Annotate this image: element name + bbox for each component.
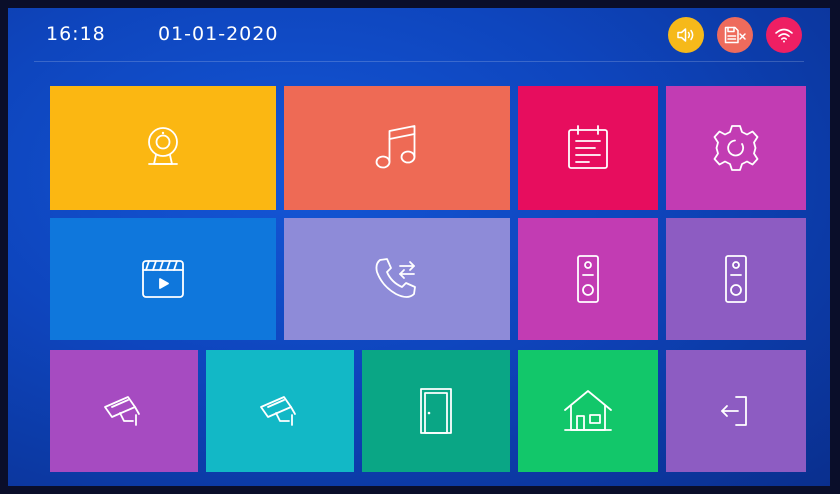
sd-card-error-icon[interactable] <box>717 17 753 53</box>
logout-icon <box>721 396 747 426</box>
home-mode-tile[interactable] <box>518 350 658 472</box>
phone-call-transfer-icon <box>375 258 416 298</box>
current-date: 01-01-2020 <box>158 23 279 45</box>
monitor-tile[interactable] <box>50 86 276 210</box>
notepad-icon <box>568 125 608 169</box>
intercom-home-screen: 16:18 01-01-2020 <box>8 8 830 486</box>
door-station-1-tile[interactable] <box>518 218 658 340</box>
camera-1-tile[interactable] <box>50 350 198 472</box>
video-playback-tile[interactable] <box>50 218 276 340</box>
status-bar-divider <box>34 61 804 62</box>
settings-tile[interactable] <box>666 86 806 210</box>
unlock-door-tile[interactable] <box>362 350 510 472</box>
door-icon <box>420 388 452 434</box>
door-station-2-tile[interactable] <box>666 218 806 340</box>
gear-icon <box>713 125 759 171</box>
exit-tile[interactable] <box>666 350 806 472</box>
cctv-camera-icon <box>104 396 140 426</box>
camera-2-tile[interactable] <box>206 350 354 472</box>
speaker-volume-icon[interactable] <box>668 17 704 53</box>
webcam-icon <box>148 127 178 165</box>
doorbell-icon <box>577 255 599 303</box>
status-bar: 16:18 01-01-2020 <box>8 8 830 62</box>
cctv-camera-icon <box>260 396 296 426</box>
doorbell-icon <box>725 255 747 303</box>
video-clapper-icon <box>142 260 184 298</box>
clock-time: 16:18 <box>46 23 106 45</box>
call-log-tile[interactable] <box>284 218 510 340</box>
music-tile[interactable] <box>284 86 510 210</box>
home-icon <box>564 390 612 431</box>
notes-tile[interactable] <box>518 86 658 210</box>
wifi-icon[interactable] <box>766 17 802 53</box>
music-note-icon <box>375 125 416 169</box>
